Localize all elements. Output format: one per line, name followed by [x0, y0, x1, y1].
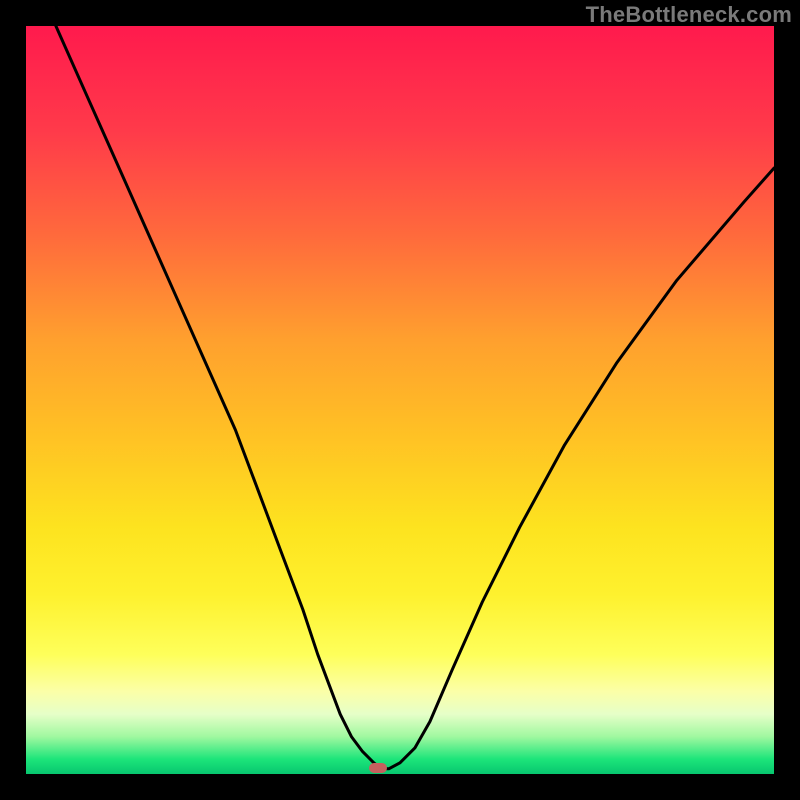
curve-layer [26, 26, 774, 774]
chart-container: TheBottleneck.com [0, 0, 800, 800]
plot-area [26, 26, 774, 774]
watermark-text: TheBottleneck.com [586, 2, 792, 28]
bottleneck-curve [56, 26, 774, 769]
min-marker [369, 763, 387, 773]
